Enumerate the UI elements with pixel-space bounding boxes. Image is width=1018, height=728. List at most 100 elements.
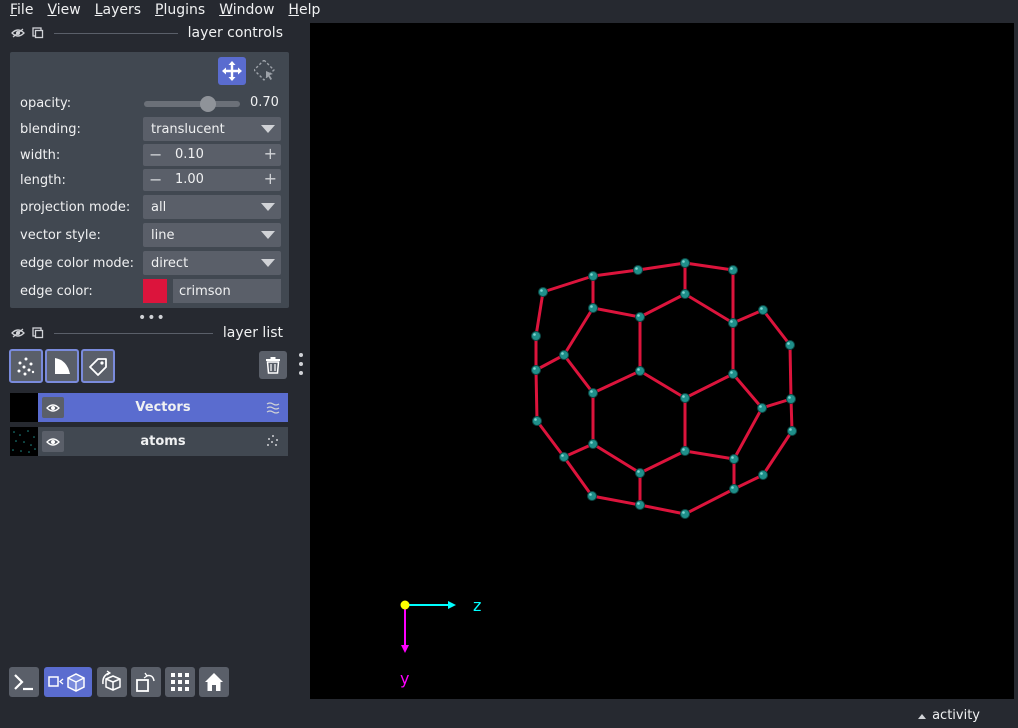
menu-view[interactable]: View (47, 2, 80, 18)
menu-bar: File View Layers Plugins Window Help (0, 0, 1018, 20)
edge-color-mode-select[interactable]: direct (143, 251, 281, 275)
width-decrement-icon[interactable]: − (149, 145, 162, 164)
edge-color-swatch[interactable] (143, 279, 167, 303)
ndisplay-toggle-button[interactable] (44, 667, 92, 697)
float-panel-icon[interactable] (30, 25, 46, 41)
opacity-slider-track[interactable] (144, 101, 240, 107)
length-decrement-icon[interactable]: − (149, 170, 162, 189)
atom-highlight (590, 273, 593, 276)
menu-window[interactable]: Window (219, 2, 274, 18)
layer-name: Vectors (135, 400, 191, 415)
layer-visibility-eye-icon[interactable] (42, 397, 64, 418)
axis-z-label: z (473, 596, 481, 615)
blending-select[interactable]: translucent (143, 117, 281, 141)
atom-highlight (590, 441, 593, 444)
menu-file[interactable]: File (10, 2, 33, 18)
atom-point (786, 394, 796, 404)
bond-vector (542, 274, 594, 294)
bond-vector (732, 407, 764, 460)
atom-highlight (561, 352, 564, 355)
length-value: 1.00 (175, 172, 204, 187)
viewer-canvas[interactable]: z y (310, 23, 1014, 699)
roll-cube-icon (102, 670, 121, 691)
delete-layer-button[interactable] (259, 351, 287, 379)
header-divider (54, 32, 178, 34)
projection-select[interactable]: all (143, 195, 281, 219)
transpose-dimensions-button[interactable] (131, 667, 161, 697)
atom-point (680, 446, 690, 456)
chevron-down-icon (261, 231, 275, 239)
layer-thumbnail (10, 393, 38, 422)
layer-list-title: layer list (222, 325, 283, 341)
new-shapes-layer-button[interactable] (45, 349, 79, 383)
roll-dimensions-button[interactable] (97, 667, 127, 697)
length-increment-icon[interactable]: + (264, 169, 277, 188)
width-increment-icon[interactable]: + (264, 144, 277, 163)
pan-zoom-button[interactable] (218, 57, 246, 85)
bond-vector (639, 503, 686, 516)
bond-vector (761, 430, 794, 476)
width-value: 0.10 (175, 147, 204, 162)
atom-highlight (731, 456, 734, 459)
points-icon (17, 357, 35, 376)
layer-row-vectors[interactable]: Vectors (10, 393, 288, 422)
layer-visibility-eye-icon[interactable] (42, 431, 64, 452)
chevron-down-icon (261, 259, 275, 267)
atom-point (588, 388, 598, 398)
bond-vector (592, 442, 641, 475)
bond-vector (684, 449, 735, 461)
atom-point (559, 350, 569, 360)
bond-vector (592, 306, 641, 319)
bond-vector (592, 268, 639, 278)
float-panel-icon[interactable] (30, 325, 46, 341)
atom-point (532, 416, 542, 426)
atom-point (785, 340, 795, 350)
atom-point (680, 289, 690, 299)
visibility-toggle-icon[interactable] (10, 325, 26, 341)
atom-point (728, 265, 738, 275)
atom-highlight (682, 511, 685, 514)
length-spinbox[interactable]: − 1.00 + (143, 169, 281, 191)
atom-point (635, 312, 645, 322)
panel-more-handle[interactable] (298, 353, 304, 375)
atom-highlight (682, 291, 685, 294)
atom-point (680, 258, 690, 268)
bond-vector (637, 261, 686, 272)
header-divider (54, 332, 213, 334)
layer-row-atoms[interactable]: atoms (10, 427, 288, 456)
bond-vector (562, 354, 595, 394)
menu-layers[interactable]: Layers (95, 2, 141, 18)
visibility-toggle-icon[interactable] (10, 25, 26, 41)
new-labels-layer-button[interactable] (81, 349, 115, 383)
bond-vector (592, 369, 641, 395)
opacity-slider-handle[interactable] (200, 96, 216, 112)
activity-toggle[interactable]: activity (918, 708, 980, 723)
atom-highlight (590, 390, 593, 393)
width-spinbox[interactable]: − 0.10 + (143, 144, 281, 166)
select-icon (254, 60, 275, 81)
menu-plugins[interactable]: Plugins (155, 2, 205, 18)
transpose-icon (136, 672, 155, 692)
menu-help[interactable]: Help (288, 2, 320, 18)
terminal-icon (14, 674, 33, 691)
reset-view-button[interactable] (199, 667, 229, 697)
edge-color-input[interactable]: crimson (173, 279, 281, 303)
label-tag-icon (89, 358, 107, 376)
select-vectors-button[interactable] (251, 57, 279, 85)
grid-mode-button[interactable] (165, 667, 195, 697)
atom-point (729, 484, 739, 494)
bond-vector (684, 261, 734, 272)
projection-select-value: all (151, 199, 167, 215)
vector-style-select[interactable]: line (143, 223, 281, 247)
atom-point (757, 403, 767, 413)
atom-highlight (637, 314, 640, 317)
bond-vector (684, 487, 735, 516)
edge-color-input-value: crimson (179, 283, 231, 299)
new-points-layer-button[interactable] (9, 349, 43, 383)
atom-highlight (589, 493, 592, 496)
atom-highlight (533, 367, 536, 370)
console-button[interactable] (9, 667, 39, 697)
bond-vector (761, 309, 792, 346)
vector-style-label: vector style: (20, 227, 101, 243)
atom-point (588, 271, 598, 281)
